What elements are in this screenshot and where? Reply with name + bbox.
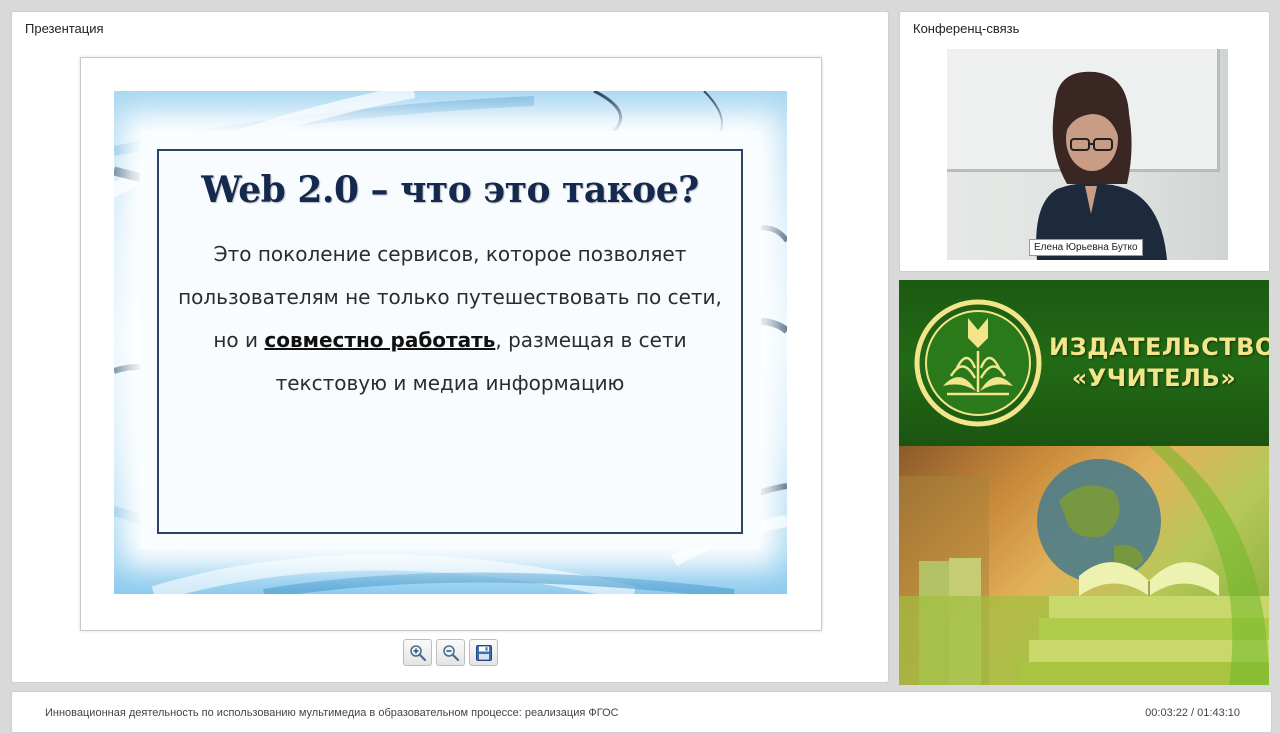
slide-title: Web 2.0 – что это такое? [201,169,699,211]
time-separator: / [1188,707,1198,719]
speaker-name-tag: Елена Юрьевна Бутко [1029,239,1143,256]
time-total: 01:43:10 [1197,707,1240,719]
slide-body-text: Это поколение сервисов, которое позволяе… [167,233,733,405]
publisher-name-line1: ИЗДАТЕЛЬСТВО [1049,333,1269,361]
lecture-info-bar: Инновационная деятельность по использова… [11,691,1272,733]
lecture-title: Инновационная деятельность по использова… [45,707,619,719]
zoom-in-icon [409,644,426,661]
slide-frame: Web 2.0 – что это такое? Это поколение с… [80,57,822,631]
publisher-name: ИЗДАТЕЛЬСТВО «УЧИТЕЛЬ» [1049,332,1269,394]
slide: Web 2.0 – что это такое? Это поколение с… [114,91,787,594]
publisher-banner-top: ИЗДАТЕЛЬСТВО «УЧИТЕЛЬ» [899,280,1269,446]
slide-body-emphasis: совместно работать [264,328,496,352]
conference-panel: Конференц-связь Елена Юрьевна Бутко [899,11,1270,272]
speaker-silhouette [1036,71,1167,260]
time-current: 00:03:22 [1145,707,1188,719]
zoom-out-button[interactable] [436,639,465,666]
save-button[interactable] [469,639,498,666]
publisher-logo-emblem [914,299,1042,427]
floppy-disk-icon [475,644,492,661]
zoom-out-icon [442,644,459,661]
publisher-name-line2: «УЧИТЕЛЬ» [1071,364,1237,392]
presentation-panel: Презентация Web 2.0 – что это такое? Это… [11,11,889,683]
books-and-globe-illustration [899,446,1269,685]
playback-timecode: 00:03:22 / 01:43:10 [1145,707,1240,719]
slide-content-box: Web 2.0 – что это такое? Это поколение с… [157,149,743,534]
speaker-video[interactable]: Елена Юрьевна Бутко [947,49,1228,260]
presentation-panel-title: Презентация [25,21,104,36]
slide-toolbar [403,639,498,666]
conference-panel-title: Конференц-связь [913,21,1020,36]
zoom-in-button[interactable] [403,639,432,666]
publisher-banner[interactable]: ИЗДАТЕЛЬСТВО «УЧИТЕЛЬ» [899,280,1269,685]
publisher-books-image [899,446,1269,685]
